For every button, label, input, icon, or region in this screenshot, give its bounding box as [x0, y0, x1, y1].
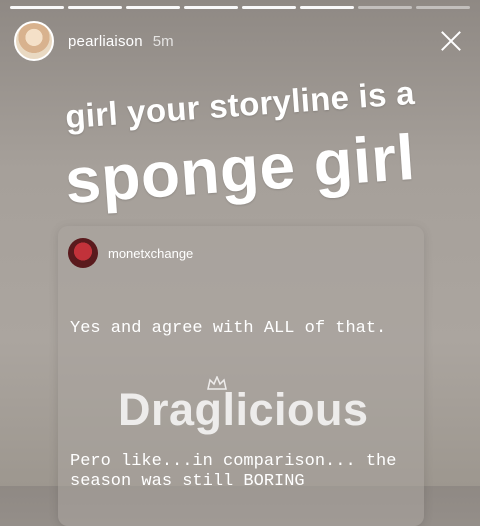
progress-segment	[300, 6, 354, 9]
username[interactable]: pearliaison	[68, 33, 143, 50]
progress-segment	[184, 6, 238, 9]
progress-segment	[68, 6, 122, 9]
shared-post-avatar[interactable]	[68, 238, 98, 268]
watermark-text: Draglicious	[118, 384, 369, 435]
avatar[interactable]	[14, 21, 54, 61]
shared-post-text-continued: Pero like...in comparison... the season …	[70, 452, 397, 491]
progress-segment	[242, 6, 296, 9]
close-icon[interactable]	[436, 26, 466, 56]
shared-post-username[interactable]: monetxchange	[108, 246, 193, 261]
shared-post-text: Yes and agree with ALL of that.	[70, 319, 387, 338]
progress-segment	[416, 6, 470, 9]
watermark-logo: Draglicious	[118, 376, 368, 446]
timestamp: 5m	[152, 32, 174, 50]
progress-segment	[358, 6, 412, 9]
story-header: pearliaison 5m	[14, 20, 466, 62]
progress-segment	[10, 6, 64, 9]
progress-segment	[126, 6, 180, 9]
story-progress-bar	[10, 6, 470, 9]
